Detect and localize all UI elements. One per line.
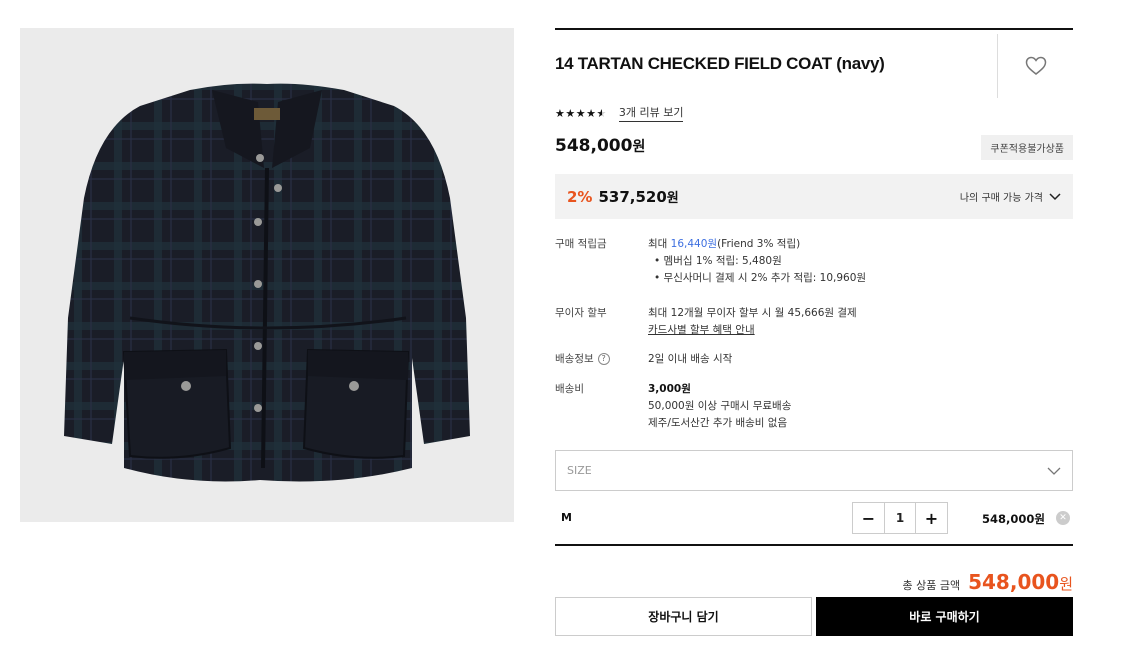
installment-value: 최대 12개월 무이자 할부 시 월 45,666원 결제 카드사별 할부 혜택… [648,305,857,339]
option-size-name: M [561,511,572,524]
total-row: 총 상품 금액 548,000원 [903,570,1074,594]
shipping-info-value: 2일 이내 배송 시작 [648,353,733,365]
discount-box: 2% 537,520원 나의 구매 가능 가격 [555,174,1073,219]
free-shipping-note: 50,000원 이상 구매시 무료배송 [648,400,792,412]
installment-label: 무이자 할부 [555,307,607,319]
points-value: 최대 16,440원(Friend 3% 적립) • 멤버십 1% 적립: 5,… [648,236,866,287]
points-prefix: 최대 [648,238,671,250]
option-price: 548,000원 [982,512,1045,526]
chevron-down-icon [1047,467,1061,475]
heart-icon [1025,56,1047,75]
bottom-divider [555,544,1073,546]
star-icon: ★ [565,106,576,120]
title-divider [997,34,998,98]
points-bullet-money: • 무신사머니 결제 시 2% 추가 적립: 10,960원 [654,272,867,284]
points-label: 구매 적립금 [555,238,607,250]
total-amount: 548,000원 [968,570,1073,594]
star-icon: ★ [555,106,566,120]
shipping-info-label: 배송정보 ? [555,351,610,366]
rating-stars: ★★★★★ [555,107,607,120]
size-select[interactable]: SIZE [555,450,1073,491]
review-link[interactable]: 3개 리뷰 보기 [618,104,684,122]
price-unit: 원 [632,139,646,155]
installment-text: 최대 12개월 무이자 할부 시 월 45,666원 결제 [648,307,857,319]
price-value: 548,000 [555,136,633,156]
wishlist-button[interactable] [1017,50,1055,82]
title-row: 14 TARTAN CHECKED FIELD COAT (navy) [555,30,1073,98]
discount-rate: 2% [567,187,593,206]
island-shipping-note: 제주/도서산간 추가 배송비 없음 [648,417,788,429]
star-icon: ★ [575,106,587,120]
total-amount-value: 548,000 [968,570,1060,594]
quantity-stepper: − 1 + [852,502,948,534]
chevron-down-icon [1049,192,1061,200]
shipping-fee-value: 3,000원 50,000원 이상 구매시 무료배송 제주/도서산간 추가 배송… [648,381,791,432]
increase-quantity-button[interactable]: + [916,503,947,533]
selected-option-row: M − 1 + 548,000원 ✕ [555,502,1073,535]
points-bullet-membership: • 멤버십 1% 적립: 5,480원 [654,255,782,267]
my-price-label: 나의 구매 가능 가격 [959,193,1043,204]
total-label: 총 상품 금액 [902,579,961,592]
quantity-value[interactable]: 1 [884,503,916,533]
star-icon: ★ [586,106,597,120]
total-amount-unit: 원 [1059,575,1073,593]
remove-option-button[interactable]: ✕ [1056,511,1070,525]
coupon-badge: 쿠폰적용불가상품 [981,135,1073,160]
shipping-fee-amount: 3,000원 [648,383,691,395]
product-image [20,28,514,522]
size-select-placeholder: SIZE [567,464,592,477]
buy-now-button[interactable]: 바로 구매하기 [816,597,1073,636]
help-icon[interactable]: ? [597,352,610,365]
shipping-info-label-text: 배송정보 [555,353,594,365]
discount-price-unit: 원 [666,191,679,206]
points-suffix: (Friend 3% 적립) [717,238,801,250]
product-price: 548,000원 [555,136,645,156]
discount-price: 537,520원 [598,187,678,206]
shipping-fee-label: 배송비 [555,383,584,395]
discount-price-value: 537,520 [598,188,667,206]
my-price-toggle[interactable]: 나의 구매 가능 가격 [960,189,1061,204]
product-info: 14 TARTAN CHECKED FIELD COAT (navy) ★★★★… [555,28,1073,594]
installment-link[interactable]: 카드사별 할부 혜택 안내 [648,324,755,336]
rating-row: ★★★★★ 3개 리뷰 보기 [555,104,684,122]
product-title: 14 TARTAN CHECKED FIELD COAT (navy) [555,54,885,73]
star-icon: ★ [596,106,607,120]
decrease-quantity-button[interactable]: − [853,503,884,533]
points-amount: 16,440원 [670,238,718,250]
add-to-cart-button[interactable]: 장바구니 담기 [555,597,812,636]
